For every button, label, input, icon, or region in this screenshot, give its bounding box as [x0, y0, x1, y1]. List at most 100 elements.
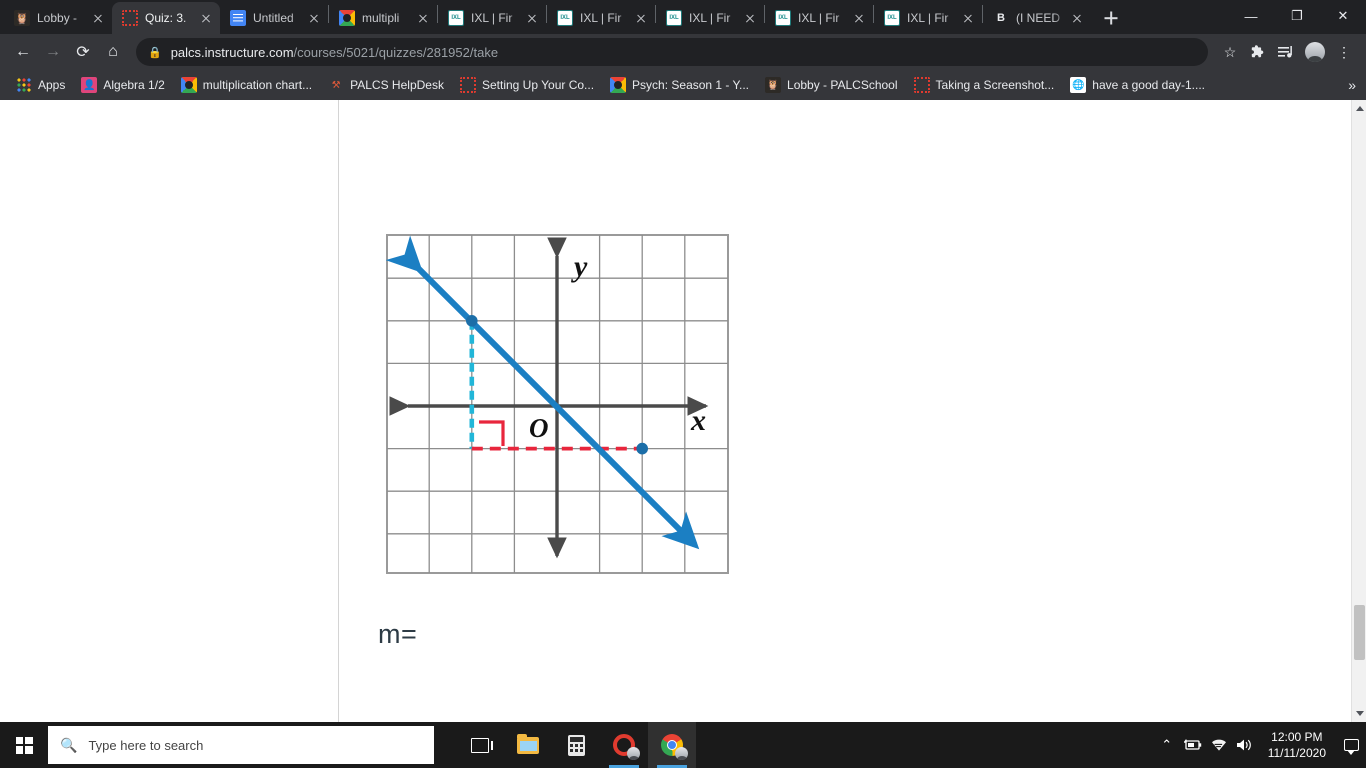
avatar — [675, 747, 688, 760]
tab-title: (I NEED — [1016, 11, 1061, 25]
tab-ixl-4[interactable]: IXL | Fir — [765, 2, 873, 34]
close-icon[interactable] — [1069, 10, 1085, 26]
maximize-button[interactable]: ❐ — [1274, 0, 1320, 32]
tab-title: Lobby - — [37, 11, 78, 25]
notifications-icon[interactable] — [1336, 722, 1366, 768]
algebra-icon: 👤 — [81, 77, 98, 93]
chrome-menu-icon[interactable]: ⋮ — [1330, 38, 1358, 66]
bookmark-have-a-good-day[interactable]: 🌐 have a good day-1.... — [1062, 74, 1213, 96]
slope-prompt-label: m= — [378, 619, 418, 649]
tab-title: IXL | Fir — [580, 11, 622, 25]
tab-ixl-2[interactable]: IXL | Fir — [547, 2, 655, 34]
taskbar-search-input[interactable]: 🔍 Type here to search — [48, 726, 434, 764]
home-button[interactable]: ⌂ — [98, 37, 128, 67]
close-icon[interactable] — [851, 10, 867, 26]
canvas-icon — [459, 77, 476, 93]
page-scrollbar[interactable] — [1351, 100, 1366, 722]
brainly-icon: B — [997, 12, 1005, 24]
taskbar-apps — [456, 722, 696, 768]
url-path: /courses/5021/quizzes/281952/take — [293, 44, 499, 60]
calculator-icon — [567, 734, 585, 756]
svg-text:x: x — [690, 404, 706, 437]
wifi-icon[interactable] — [1206, 722, 1232, 768]
profile-avatar[interactable] — [1305, 42, 1325, 62]
tray-chevron-up-icon[interactable]: ⌃ — [1154, 722, 1180, 768]
tab-title: Untitled — [253, 11, 294, 25]
google-icon — [610, 77, 627, 93]
tab-title: multipli — [362, 11, 400, 25]
taskbar-task-view-button[interactable] — [456, 722, 504, 768]
media-playlist-icon[interactable] — [1272, 38, 1300, 66]
ixl-icon — [775, 10, 791, 26]
tab-strip: 🦉 Lobby - Quiz: 3. Untitled multipli IXL… — [0, 0, 1366, 34]
taskbar-chrome-button[interactable] — [648, 722, 696, 768]
ixl-icon — [557, 10, 573, 26]
start-button[interactable] — [0, 722, 48, 768]
minimize-button[interactable]: — — [1228, 0, 1274, 32]
bookmark-label: Taking a Screenshot... — [935, 78, 1055, 92]
bookmark-label: PALCS HelpDesk — [350, 78, 444, 92]
avatar — [627, 747, 640, 760]
extensions-puzzle-icon[interactable] — [1244, 38, 1272, 66]
close-icon[interactable] — [742, 10, 758, 26]
tab-ixl-1[interactable]: IXL | Fir — [438, 2, 546, 34]
back-button[interactable]: ← — [8, 37, 38, 67]
helpdesk-icon: ⚒ — [331, 79, 341, 91]
tab-ixl-5[interactable]: IXL | Fir — [874, 2, 982, 34]
new-tab-button[interactable] — [1097, 4, 1125, 32]
bookmark-label: multiplication chart... — [202, 78, 313, 92]
close-icon[interactable] — [633, 10, 649, 26]
taskbar-file-explorer-button[interactable] — [504, 722, 552, 768]
forward-button[interactable]: → — [38, 37, 68, 67]
bookmark-palcs-helpdesk[interactable]: ⚒ PALCS HelpDesk — [320, 74, 452, 96]
volume-icon[interactable] — [1232, 722, 1258, 768]
scrollbar-thumb[interactable] — [1354, 605, 1365, 660]
close-icon[interactable] — [90, 10, 106, 26]
tab-quiz[interactable]: Quiz: 3. — [112, 2, 220, 34]
close-icon[interactable] — [306, 10, 322, 26]
bookmark-algebra[interactable]: 👤 Algebra 1/2 — [73, 74, 172, 96]
bookmark-lobby-palcschool[interactable]: 🦉 Lobby - PALCSchool — [757, 74, 906, 96]
battery-icon[interactable] — [1180, 722, 1206, 768]
bookmarks-overflow-icon[interactable]: » — [1348, 77, 1356, 93]
taskbar-calculator-button[interactable] — [552, 722, 600, 768]
quiz-question-content: y x O m= — [0, 100, 1351, 722]
clock-time: 12:00 PM — [1271, 729, 1323, 744]
tab-lobby[interactable]: 🦉 Lobby - — [4, 2, 112, 34]
google-docs-icon — [230, 10, 246, 26]
ixl-icon — [448, 10, 464, 26]
taskbar-canvas-button[interactable] — [600, 722, 648, 768]
close-icon[interactable] — [415, 10, 431, 26]
tab-title: Quiz: 3. — [145, 11, 187, 25]
bookmark-psych-season-1[interactable]: Psych: Season 1 - Y... — [602, 74, 757, 96]
google-icon — [339, 10, 355, 26]
tab-multiplication[interactable]: multipli — [329, 2, 437, 34]
tab-untitled[interactable]: Untitled — [220, 2, 328, 34]
scroll-up-icon[interactable] — [1352, 100, 1366, 117]
clock-date: 11/11/2020 — [1267, 746, 1326, 760]
svg-text:O: O — [529, 413, 549, 443]
bookmark-taking-a-screenshot[interactable]: Taking a Screenshot... — [906, 74, 1063, 96]
address-bar[interactable]: 🔒 palcs.instructure.com /courses/5021/qu… — [136, 38, 1208, 66]
close-icon[interactable] — [960, 10, 976, 26]
tab-brainly[interactable]: B (I NEED — [983, 2, 1091, 34]
close-window-button[interactable]: ✕ — [1320, 0, 1366, 32]
tab-title: IXL | Fir — [689, 11, 731, 25]
scroll-down-icon[interactable] — [1352, 705, 1366, 722]
bookmark-star-icon[interactable]: ☆ — [1216, 38, 1244, 66]
reload-button[interactable]: ⟳ — [68, 37, 98, 67]
bookmark-label: have a good day-1.... — [1092, 78, 1206, 92]
bookmark-multiplication-chart[interactable]: multiplication chart... — [173, 74, 320, 96]
close-icon[interactable] — [198, 10, 214, 26]
bookmark-apps[interactable]: Apps — [8, 74, 73, 96]
close-icon[interactable] — [524, 10, 540, 26]
svg-text:y: y — [571, 250, 588, 283]
bookmark-label: Algebra 1/2 — [103, 78, 165, 92]
bookmark-setting-up-your-course[interactable]: Setting Up Your Co... — [452, 74, 602, 96]
tab-ixl-3[interactable]: IXL | Fir — [656, 2, 764, 34]
ixl-icon — [884, 10, 900, 26]
system-tray: ⌃ 12:00 PM 11/11/2020 — [1154, 722, 1366, 768]
tab-title: IXL | Fir — [798, 11, 840, 25]
lock-icon: 🔒 — [148, 46, 162, 59]
taskbar-clock[interactable]: 12:00 PM 11/11/2020 — [1258, 729, 1336, 761]
